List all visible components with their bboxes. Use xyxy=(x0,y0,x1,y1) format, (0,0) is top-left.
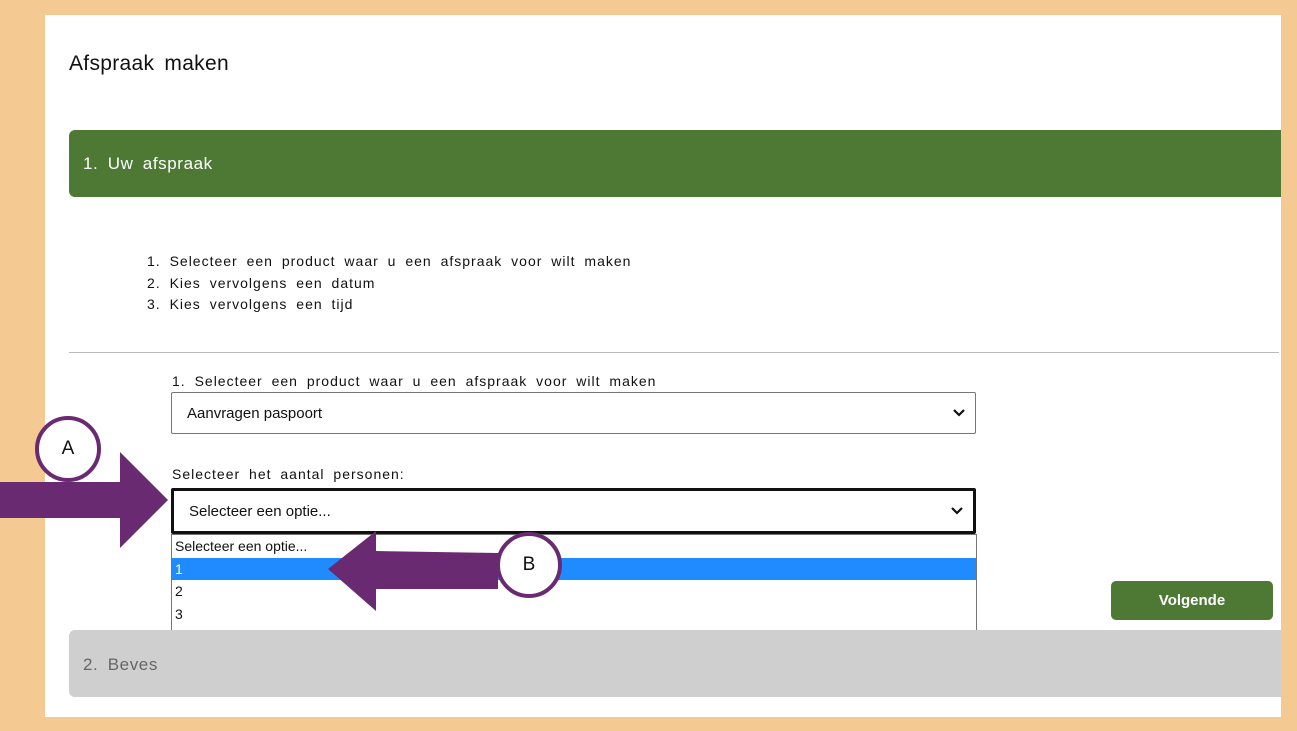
section-title: 1. Uw afspraak xyxy=(83,154,213,173)
chevron-down-icon xyxy=(951,507,963,515)
instruction-item: 2. Kies vervolgens een datum xyxy=(147,274,376,291)
product-select[interactable]: Aanvragen paspoort xyxy=(171,392,976,434)
arrow-left-icon xyxy=(328,531,498,611)
product-select-value: Aanvragen paspoort xyxy=(187,405,323,422)
persons-select[interactable]: Selecteer een optie... xyxy=(171,488,976,534)
dropdown-option[interactable]: 2 xyxy=(172,580,976,603)
callout-a: A xyxy=(35,416,101,482)
dropdown-option[interactable]: Selecteer een optie... xyxy=(172,535,976,558)
instruction-item: 3. Kies vervolgens een tijd xyxy=(147,296,354,312)
instruction-list: 1. Selecteer een product waar u een afsp… xyxy=(147,251,631,316)
instruction-item: 1. Selecteer een product waar u een afsp… xyxy=(147,253,632,269)
chevron-down-icon xyxy=(953,409,965,417)
divider xyxy=(69,352,1279,353)
next-button[interactable]: Volgende xyxy=(1111,581,1273,620)
frame-bottom xyxy=(0,717,1297,731)
callout-b: B xyxy=(496,532,562,598)
frame-right xyxy=(1281,0,1297,731)
frame-top xyxy=(0,0,1297,15)
page-title: Afspraak maken xyxy=(69,52,229,75)
section-uw-afspraak-header[interactable]: 1. Uw afspraak xyxy=(69,130,1281,197)
persons-select-value: Selecteer een optie... xyxy=(189,503,331,520)
dropdown-option-highlighted[interactable]: 1 xyxy=(172,557,976,581)
section-bevestig-header[interactable]: 2. Beves xyxy=(69,630,1281,697)
dropdown-option[interactable]: 3 xyxy=(172,603,976,626)
product-select-label: 1. Selecteer een product waar u een afsp… xyxy=(172,373,657,389)
frame-left xyxy=(0,0,45,731)
section-title: 2. Beves xyxy=(83,655,158,674)
persons-select-label: Selecteer het aantal personen: xyxy=(172,466,405,482)
